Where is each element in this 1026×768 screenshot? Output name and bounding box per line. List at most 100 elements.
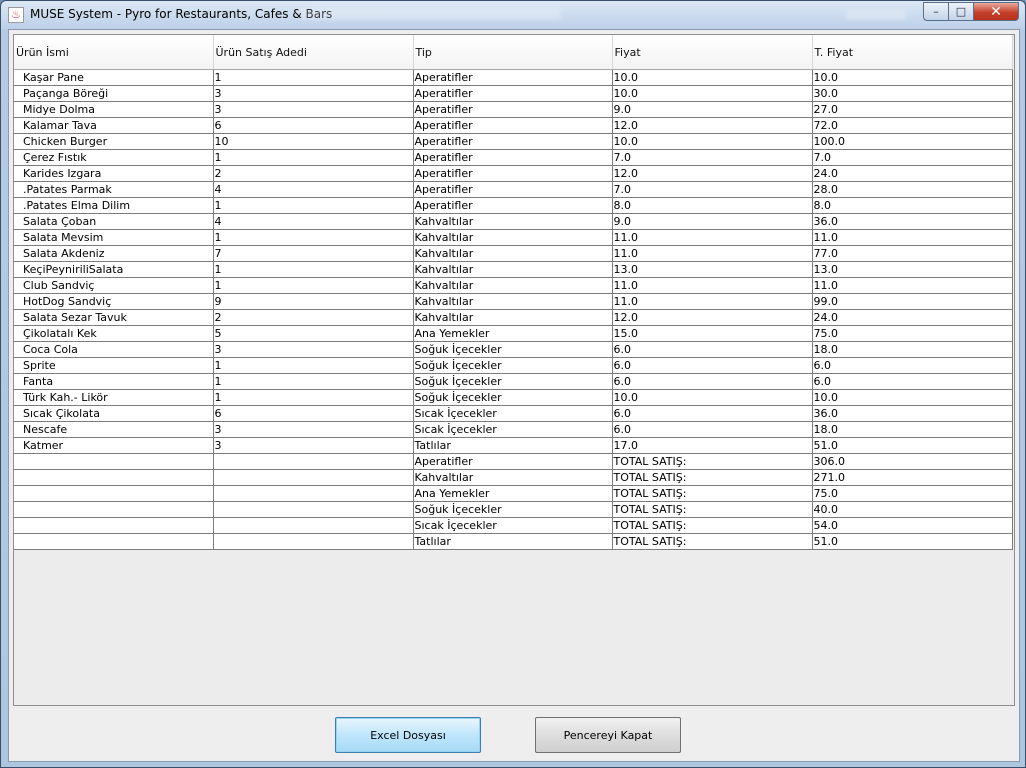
table-cell[interactable]: Aperatifler — [413, 85, 613, 102]
table-row[interactable]: Katmer 3 Tatlılar 17.0 51.0 — [14, 437, 1013, 454]
table-cell[interactable]: 72.0 — [812, 117, 1013, 134]
table-row[interactable]: Soğuk İçecekler TOTAL SATIŞ: 40.0 — [14, 501, 1013, 518]
table-cell[interactable]: Soğuk İçecekler — [413, 389, 613, 406]
table-row[interactable]: Salata Mevsim 1 Kahvaltılar 11.0 11.0 — [14, 229, 1013, 246]
table-cell[interactable]: 17.0 — [612, 437, 813, 454]
table-cell[interactable]: 12.0 — [612, 117, 813, 134]
table-row[interactable]: Nescafe 3 Sıcak İçecekler 6.0 18.0 — [14, 421, 1013, 438]
table-cell[interactable] — [14, 485, 214, 502]
table-cell[interactable]: 6.0 — [612, 421, 813, 438]
table-cell[interactable]: Tatlılar — [413, 533, 613, 550]
table-cell[interactable]: 10.0 — [812, 69, 1013, 86]
table-cell[interactable]: Ana Yemekler — [413, 485, 613, 502]
table-cell[interactable]: 1 — [213, 357, 414, 374]
table-cell[interactable]: 27.0 — [812, 101, 1013, 118]
table-cell[interactable]: Tatlılar — [413, 437, 613, 454]
table-row[interactable]: Kalamar Tava 6 Aperatifler 12.0 72.0 — [14, 117, 1013, 134]
table-row[interactable]: Ana Yemekler TOTAL SATIŞ: 75.0 — [14, 485, 1013, 502]
table-cell[interactable]: 18.0 — [812, 421, 1013, 438]
table-cell[interactable]: TOTAL SATIŞ: — [612, 485, 813, 502]
table-cell[interactable] — [213, 469, 414, 486]
table-cell[interactable]: 13.0 — [812, 261, 1013, 278]
table-cell[interactable] — [213, 453, 414, 470]
table-cell[interactable]: Ana Yemekler — [413, 325, 613, 342]
close-button[interactable]: ✕ — [974, 2, 1019, 21]
table-cell[interactable]: 2 — [213, 309, 414, 326]
table-cell[interactable]: Kahvaltılar — [413, 469, 613, 486]
column-header[interactable]: T. Fiyat — [812, 35, 1013, 70]
column-header[interactable]: Fiyat — [612, 35, 813, 70]
table-cell[interactable]: TOTAL SATIŞ: — [612, 501, 813, 518]
close-window-button[interactable]: Pencereyi Kapat — [535, 717, 681, 753]
table-cell[interactable]: 1 — [213, 69, 414, 86]
table-cell[interactable]: TOTAL SATIŞ: — [612, 517, 813, 534]
table-row[interactable]: Çikolatalı Kek 5 Ana Yemekler 15.0 75.0 — [14, 325, 1013, 342]
table-cell[interactable]: Aperatifler — [413, 149, 613, 166]
table-cell[interactable]: Soğuk İçecekler — [413, 373, 613, 390]
excel-export-button[interactable]: Excel Dosyası — [335, 717, 481, 753]
table-cell[interactable]: 8.0 — [612, 197, 813, 214]
table-cell[interactable]: 77.0 — [812, 245, 1013, 262]
table-cell[interactable]: 11.0 — [612, 293, 813, 310]
table-cell[interactable]: Sıcak İçecekler — [413, 421, 613, 438]
table-row[interactable]: Çerez Fıstık 1 Aperatifler 7.0 7.0 — [14, 149, 1013, 166]
table-cell[interactable]: 4 — [213, 213, 414, 230]
table-cell[interactable]: Kahvaltılar — [413, 309, 613, 326]
table-cell[interactable]: Kahvaltılar — [413, 261, 613, 278]
table-cell[interactable]: Paçanga Böreği — [14, 85, 214, 102]
table-cell[interactable]: 9.0 — [612, 213, 813, 230]
table-cell[interactable]: Salata Sezar Tavuk — [14, 309, 214, 326]
table-cell[interactable]: 1 — [213, 229, 414, 246]
table-cell[interactable]: 306.0 — [812, 453, 1013, 470]
table-cell[interactable]: TOTAL SATIŞ: — [612, 469, 813, 486]
table-cell[interactable]: 3 — [213, 341, 414, 358]
table-cell[interactable]: 271.0 — [812, 469, 1013, 486]
table-cell[interactable]: Soğuk İçecekler — [413, 501, 613, 518]
table-cell[interactable]: 6.0 — [812, 373, 1013, 390]
column-header[interactable]: Tip — [413, 35, 613, 70]
table-cell[interactable]: TOTAL SATIŞ: — [612, 533, 813, 550]
table-cell[interactable]: 100.0 — [812, 133, 1013, 150]
table-row[interactable]: Chicken Burger 10 Aperatifler 10.0 100.0 — [14, 133, 1013, 150]
table-row[interactable]: Salata Çoban 4 Kahvaltılar 9.0 36.0 — [14, 213, 1013, 230]
table-cell[interactable]: 3 — [213, 437, 414, 454]
table-row[interactable]: Karides Izgara 2 Aperatifler 12.0 24.0 — [14, 165, 1013, 182]
table-cell[interactable]: 10.0 — [612, 133, 813, 150]
table-cell[interactable]: HotDog Sandviç — [14, 293, 214, 310]
table-cell[interactable]: Aperatifler — [413, 117, 613, 134]
table-cell[interactable]: Sprite — [14, 357, 214, 374]
table-cell[interactable]: 11.0 — [612, 229, 813, 246]
table-cell[interactable]: 54.0 — [812, 517, 1013, 534]
table-cell[interactable]: 6.0 — [612, 373, 813, 390]
table-cell[interactable]: 51.0 — [812, 437, 1013, 454]
table-cell[interactable]: Aperatifler — [413, 453, 613, 470]
table-cell[interactable]: 10.0 — [612, 389, 813, 406]
table-cell[interactable]: 12.0 — [612, 165, 813, 182]
table-cell[interactable]: 6 — [213, 117, 414, 134]
table-cell[interactable]: 18.0 — [812, 341, 1013, 358]
table-cell[interactable]: KeçiPeyniriliSalata — [14, 261, 214, 278]
table-cell[interactable]: 11.0 — [612, 277, 813, 294]
sales-table-scrollpane[interactable]: Ürün İsmi Ürün Satış Adedi Tip Fiyat T. Fiya… — [13, 34, 1015, 706]
column-header[interactable]: Ürün İsmi — [14, 35, 214, 70]
table-cell[interactable]: 99.0 — [812, 293, 1013, 310]
table-cell[interactable]: 24.0 — [812, 165, 1013, 182]
table-cell[interactable]: Salata Akdeniz — [14, 245, 214, 262]
table-row[interactable]: Kaşar Pane 1 Aperatifler 10.0 10.0 — [14, 69, 1013, 86]
table-cell[interactable]: Sıcak Çikolata — [14, 405, 214, 422]
table-cell[interactable]: 7 — [213, 245, 414, 262]
table-cell[interactable]: 6.0 — [612, 341, 813, 358]
table-cell[interactable]: Midye Dolma — [14, 101, 214, 118]
table-cell[interactable]: Club Sandviç — [14, 277, 214, 294]
table-cell[interactable]: Kaşar Pane — [14, 69, 214, 86]
table-cell[interactable]: 24.0 — [812, 309, 1013, 326]
table-cell[interactable]: Sıcak İçecekler — [413, 517, 613, 534]
table-cell[interactable]: 75.0 — [812, 325, 1013, 342]
table-cell[interactable]: 30.0 — [812, 85, 1013, 102]
table-cell[interactable]: 11.0 — [812, 229, 1013, 246]
table-cell[interactable]: 12.0 — [612, 309, 813, 326]
column-header[interactable]: Ürün Satış Adedi — [213, 35, 414, 70]
table-cell[interactable]: Soğuk İçecekler — [413, 341, 613, 358]
table-cell[interactable]: 8.0 — [812, 197, 1013, 214]
table-cell[interactable]: Chicken Burger — [14, 133, 214, 150]
